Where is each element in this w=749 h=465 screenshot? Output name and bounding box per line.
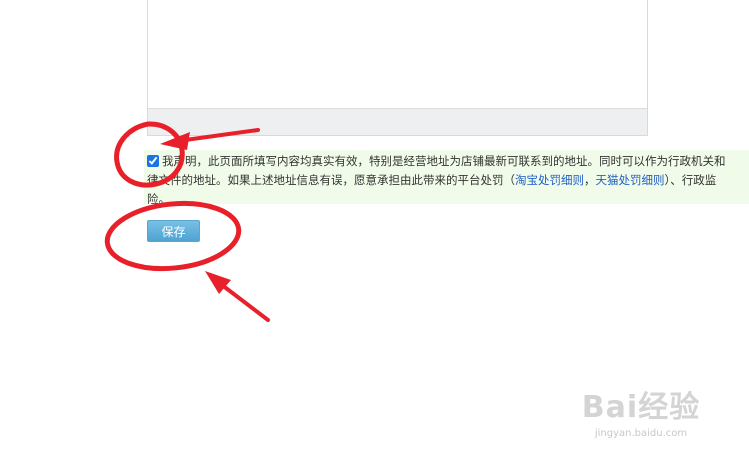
declaration-text-3: ）、行政监 [664,173,717,187]
declaration-text-4: 险。 [147,192,170,204]
baidu-jingyan-watermark: Bai经验 jingyan.baidu.com [571,389,711,459]
annotation-arrow-bottom-line [216,280,270,322]
textarea-footer-bar [148,108,647,135]
taobao-penalty-link[interactable]: 淘宝处罚细则 [515,173,584,187]
declaration-line-1: 我声明，此页面所填写内容均真实有效，特别是经营地址为店铺最新可联系到的地址。同时… [147,152,749,171]
watermark-url: jingyan.baidu.com [594,428,688,439]
address-textarea[interactable] [147,0,648,136]
declaration-text-2: 律文件的地址。如果上述地址信息有误，愿意承担由此带来的平台处罚（ [147,173,515,187]
declaration-line-3: 险。 [147,190,749,204]
save-button[interactable]: 保存 [147,220,200,242]
tmall-penalty-link[interactable]: 天猫处罚细则 [596,173,665,187]
page: 我声明，此页面所填写内容均真实有效，特别是经营地址为店铺最新可联系到的地址。同时… [0,0,749,465]
link-separator: ， [584,173,596,187]
watermark-brand: Bai经验 [581,390,701,425]
annotation-arrow-bottom-head [205,271,231,294]
declaration-text-1: 我声明，此页面所填写内容均真实有效，特别是经营地址为店铺最新可联系到的地址。同时… [162,154,726,168]
declaration-checkbox[interactable] [147,155,159,167]
declaration-line-2: 律文件的地址。如果上述地址信息有误，愿意承担由此带来的平台处罚（淘宝处罚细则，天… [147,171,749,190]
declaration-notice: 我声明，此页面所填写内容均真实有效，特别是经营地址为店铺最新可联系到的地址。同时… [144,150,749,204]
